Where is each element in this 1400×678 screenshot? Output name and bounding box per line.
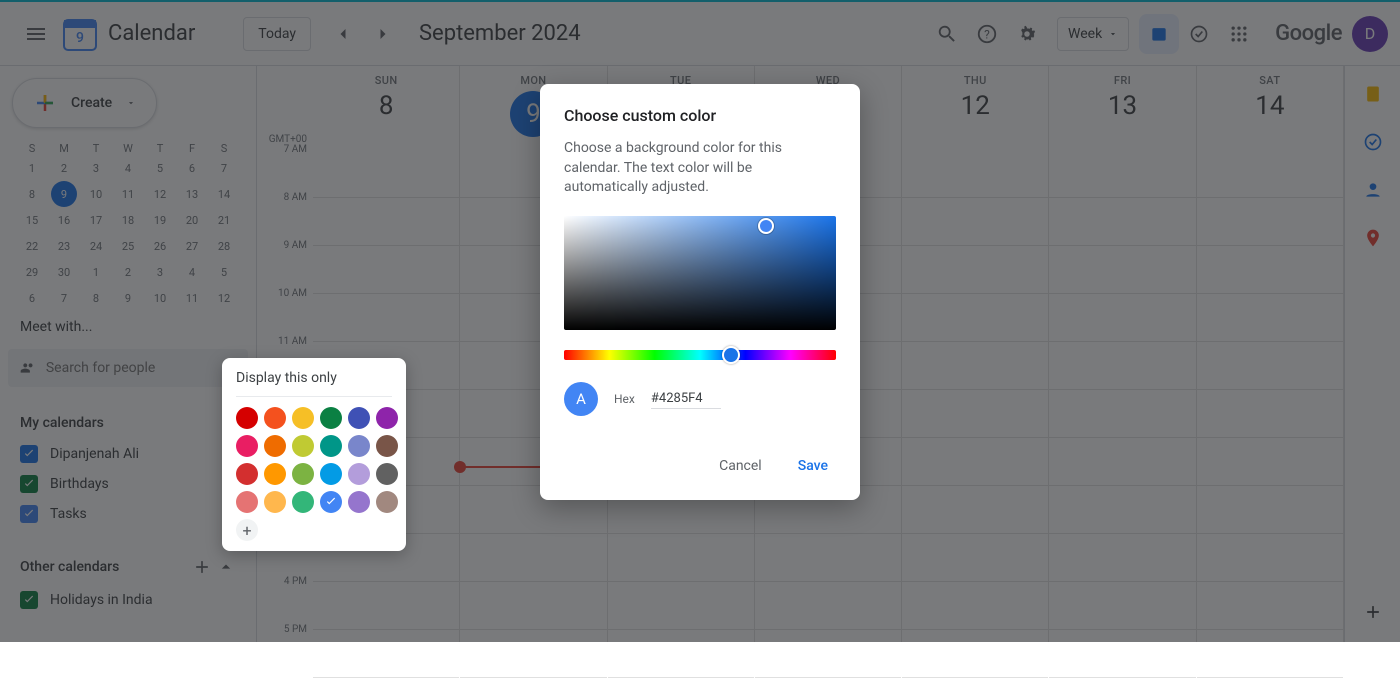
sv-thumb[interactable] xyxy=(758,218,774,234)
save-button[interactable]: Save xyxy=(790,452,836,480)
color-swatch[interactable] xyxy=(264,407,286,429)
color-swatch[interactable] xyxy=(292,407,314,429)
color-preview-swatch: A xyxy=(564,382,598,416)
color-swatch[interactable] xyxy=(236,435,258,457)
color-swatch[interactable] xyxy=(320,463,342,485)
color-swatch[interactable] xyxy=(376,407,398,429)
color-swatch[interactable] xyxy=(320,407,342,429)
add-custom-color-button[interactable]: + xyxy=(236,519,258,541)
color-swatch[interactable] xyxy=(236,463,258,485)
color-swatch[interactable] xyxy=(376,491,398,513)
color-swatch[interactable] xyxy=(320,435,342,457)
color-swatch[interactable] xyxy=(236,491,258,513)
color-swatch[interactable] xyxy=(292,435,314,457)
color-swatch-popup: Display this only + xyxy=(222,358,406,551)
color-swatch[interactable] xyxy=(320,491,342,513)
color-swatch[interactable] xyxy=(376,435,398,457)
color-swatch[interactable] xyxy=(292,491,314,513)
color-swatch[interactable] xyxy=(376,463,398,485)
color-swatch[interactable] xyxy=(264,491,286,513)
color-swatch[interactable] xyxy=(264,463,286,485)
color-swatch[interactable] xyxy=(348,435,370,457)
custom-color-dialog: Choose custom color Choose a background … xyxy=(540,84,860,500)
color-swatch[interactable] xyxy=(236,407,258,429)
hue-slider[interactable] xyxy=(564,350,836,360)
color-swatch[interactable] xyxy=(348,491,370,513)
hex-label: Hex xyxy=(614,392,635,406)
color-swatch[interactable] xyxy=(264,435,286,457)
hex-input[interactable] xyxy=(651,389,721,409)
color-swatch[interactable] xyxy=(348,463,370,485)
color-swatch[interactable] xyxy=(292,463,314,485)
color-swatch[interactable] xyxy=(348,407,370,429)
dialog-title: Choose custom color xyxy=(564,106,836,125)
hue-thumb[interactable] xyxy=(722,346,740,364)
dialog-description: Choose a background color for this calen… xyxy=(564,139,836,198)
color-popup-title[interactable]: Display this only xyxy=(236,370,392,397)
cancel-button[interactable]: Cancel xyxy=(711,452,770,480)
saturation-value-picker[interactable] xyxy=(564,216,836,330)
